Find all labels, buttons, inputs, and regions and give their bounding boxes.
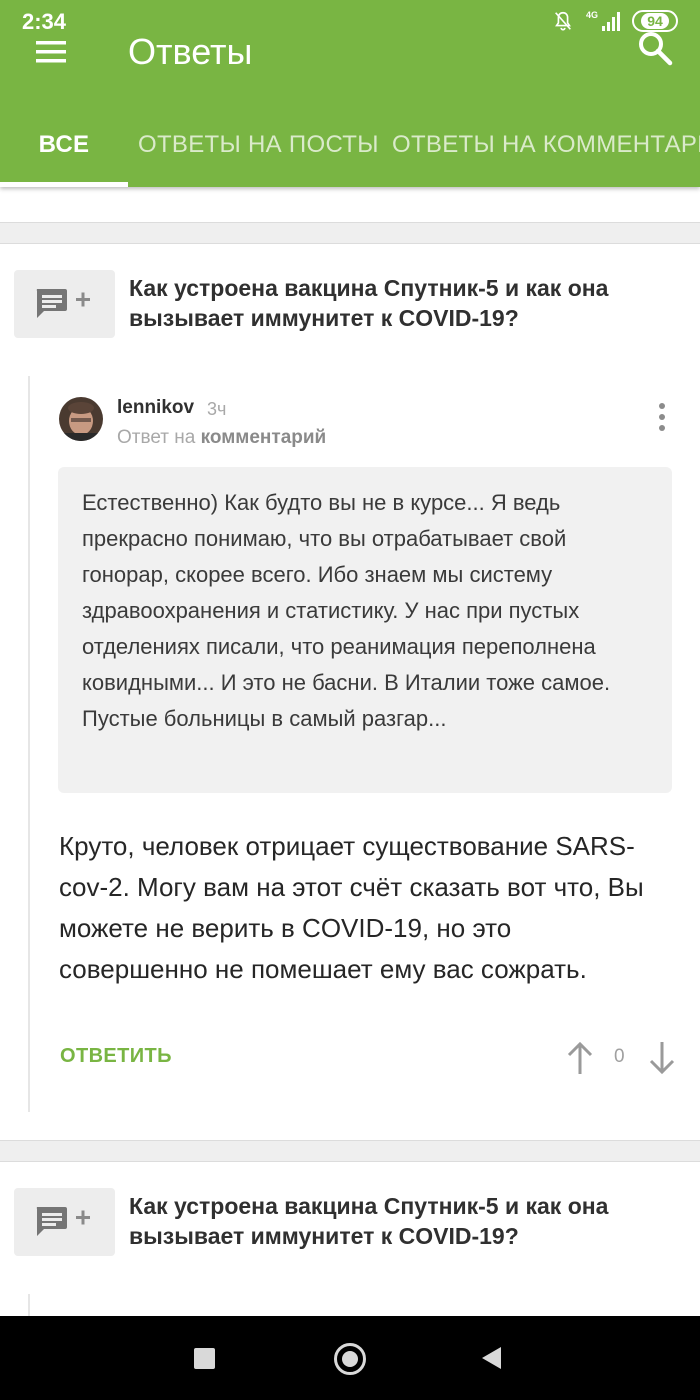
- system-navigation-bar: [0, 1316, 700, 1400]
- home-icon[interactable]: [334, 1343, 366, 1375]
- notifications-muted-icon: [555, 11, 571, 31]
- status-time: 2:34: [22, 9, 67, 34]
- avatar[interactable]: [59, 397, 103, 441]
- reply-button[interactable]: ОТВЕТИТЬ: [60, 1045, 172, 1068]
- reply-target-link[interactable]: комментарий: [201, 427, 327, 448]
- reply-prefix: Ответ на: [117, 427, 196, 448]
- downvote-arrow-icon[interactable]: [648, 1040, 676, 1076]
- reply-card: Как устроена вакцина Спутник-5 и как она…: [0, 1162, 700, 1316]
- post-title[interactable]: Как устроена вакцина Спутник-5 и как она…: [129, 273, 669, 333]
- add-comment-icon[interactable]: [14, 1188, 115, 1256]
- thread-line: [28, 376, 30, 1112]
- tab-post-replies[interactable]: ОТВЕТЫ НА ПОСТЫ: [138, 120, 379, 187]
- post-header[interactable]: Как устроена вакцина Спутник-5 и как она…: [0, 244, 700, 344]
- recent-apps-icon[interactable]: [194, 1348, 215, 1369]
- hamburger-menu-icon[interactable]: [34, 40, 68, 64]
- tab-bar: ВСЕ ОТВЕТЫ НА ПОСТЫ ОТВЕТЫ НА КОММЕНТАРИ…: [0, 120, 700, 187]
- tab-all[interactable]: ВСЕ: [0, 120, 128, 187]
- comment-time: 3ч: [207, 399, 227, 419]
- page-title: Ответы: [128, 31, 253, 72]
- thread-line: [28, 1294, 30, 1316]
- network-type: 4G: [586, 10, 598, 20]
- signal-icon: 4G: [586, 10, 620, 31]
- comment-text: Круто, человек отрицает существование SA…: [59, 831, 644, 984]
- comment-plus-icon: [36, 1207, 90, 1236]
- card-separator: [0, 1140, 700, 1162]
- vote-count: 0: [614, 1046, 625, 1067]
- reply-context: Ответ на комментарий: [117, 427, 326, 449]
- more-options-icon[interactable]: [650, 402, 674, 432]
- search-icon[interactable]: [636, 30, 674, 68]
- app-bar: 2:34 4G 94 Ответы ВСЕ ОТВЕТЫ НА ПОСТЫ ОТ…: [0, 0, 700, 187]
- back-icon[interactable]: [482, 1347, 501, 1369]
- status-bar: 2:34 4G 94: [0, 0, 700, 40]
- card-separator: [0, 222, 700, 244]
- add-comment-icon[interactable]: [14, 270, 115, 338]
- comment-author[interactable]: lennikov: [117, 397, 194, 419]
- comment-plus-icon: [36, 289, 90, 318]
- quoted-comment[interactable]: Естественно) Как будто вы не в курсе... …: [58, 467, 672, 793]
- user-avatar-image: [59, 397, 103, 441]
- battery-icon: 94: [632, 10, 678, 32]
- battery-level: 94: [641, 13, 669, 29]
- post-header[interactable]: Как устроена вакцина Спутник-5 и как она…: [0, 1162, 700, 1262]
- post-title[interactable]: Как устроена вакцина Спутник-5 и как она…: [129, 1191, 669, 1251]
- upvote-arrow-icon[interactable]: [566, 1040, 594, 1076]
- active-tab-indicator: [0, 182, 128, 187]
- tab-comment-replies[interactable]: ОТВЕТЫ НА КОММЕНТАРИИ: [392, 120, 700, 187]
